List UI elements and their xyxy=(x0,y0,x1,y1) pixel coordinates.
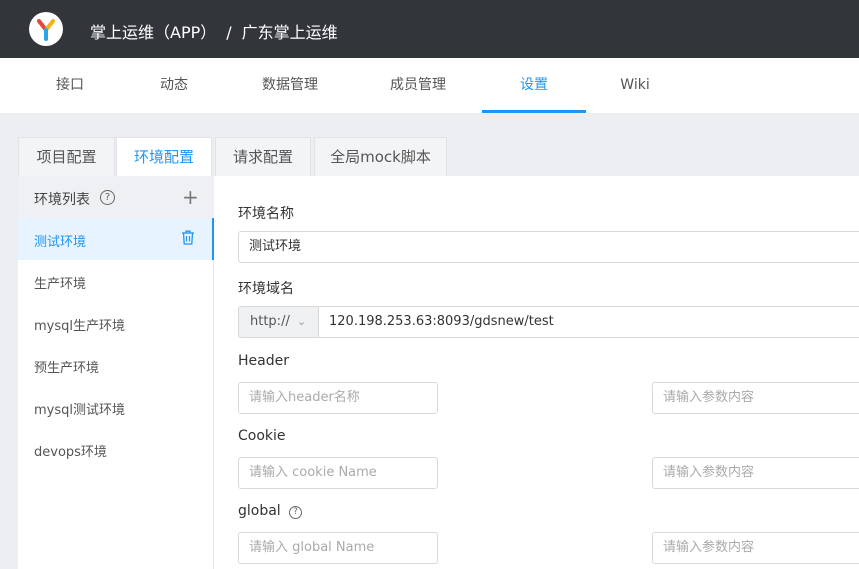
nav-tab-settings[interactable]: 设置 xyxy=(486,58,582,113)
env-item-label: devops环境 xyxy=(34,445,107,460)
breadcrumb-project[interactable]: 掌上运维（APP） xyxy=(90,19,216,43)
help-circle-icon[interactable]: ? xyxy=(100,190,115,205)
env-list-item[interactable]: 测试环境 xyxy=(18,218,214,260)
header-value-input[interactable]: 请输入参数内容 xyxy=(652,382,859,414)
nav-tab-data-management[interactable]: 数据管理 xyxy=(242,58,338,113)
tab-env-config[interactable]: 环境配置 xyxy=(116,137,212,177)
chevron-down-icon: ⌄ xyxy=(297,315,307,328)
breadcrumb-separator: / xyxy=(226,23,232,42)
env-item-label: mysql生产环境 xyxy=(34,319,125,334)
breadcrumb: 掌上运维（APP） / 广东掌上运维 xyxy=(90,19,338,43)
global-value-input[interactable]: 请输入参数内容 xyxy=(652,532,859,564)
nav-active-indicator xyxy=(482,110,586,113)
env-form: 环境名称 测试环境 环境域名 http:// ⌄ 120.198.253.63:… xyxy=(214,176,859,569)
tab-project-config[interactable]: 项目配置 xyxy=(18,137,115,176)
env-item-label: mysql测试环境 xyxy=(34,403,125,418)
add-env-plus-icon[interactable]: + xyxy=(182,185,199,209)
nav-tab-interface[interactable]: 接口 xyxy=(22,58,118,113)
env-list-item[interactable]: mysql生产环境 xyxy=(18,302,214,344)
nav-tab-member-management[interactable]: 成员管理 xyxy=(370,58,466,113)
env-list-item[interactable]: devops环境 xyxy=(18,428,214,470)
global-help-icon[interactable]: ? xyxy=(289,506,302,519)
tab-global-mock-script[interactable]: 全局mock脚本 xyxy=(314,137,447,176)
cookie-label: Cookie xyxy=(238,428,286,444)
protocol-select[interactable]: http:// ⌄ xyxy=(238,306,319,338)
domain-input[interactable]: 120.198.253.63:8093/gdsnew/test xyxy=(318,306,859,338)
nav-tab-wiki[interactable]: Wiki xyxy=(587,58,683,113)
env-list-item[interactable]: 生产环境 xyxy=(18,260,214,302)
global-name-input[interactable]: 请输入 global Name xyxy=(238,532,438,564)
global-label: global xyxy=(238,503,281,519)
env-name-label: 环境名称 xyxy=(238,206,294,222)
protocol-value: http:// xyxy=(250,314,290,329)
top-header: 掌上运维（APP） / 广东掌上运维 xyxy=(0,0,859,58)
nav-tab-activity[interactable]: 动态 xyxy=(126,58,222,113)
env-item-label: 预生产环境 xyxy=(34,361,100,376)
env-list-item[interactable]: 预生产环境 xyxy=(18,344,214,386)
env-item-label: 生产环境 xyxy=(34,277,87,292)
tab-request-config[interactable]: 请求配置 xyxy=(215,137,311,176)
header-label: Header xyxy=(238,353,289,369)
project-nav: 接口 动态 数据管理 成员管理 设置 Wiki xyxy=(0,58,859,113)
env-domain-label: 环境域名 xyxy=(238,281,294,297)
env-name-input[interactable]: 测试环境 xyxy=(238,231,859,263)
breadcrumb-group[interactable]: 广东掌上运维 xyxy=(242,19,338,43)
cookie-value-input[interactable]: 请输入参数内容 xyxy=(652,457,859,489)
env-list-header: 环境列表 ? + xyxy=(18,176,214,218)
env-item-label: 测试环境 xyxy=(34,235,87,250)
app-logo-icon[interactable] xyxy=(29,12,63,46)
env-list-title: 环境列表 xyxy=(34,192,90,208)
delete-trash-icon[interactable] xyxy=(181,230,195,249)
env-list: 环境列表 ? + 测试环境 生产环境 mysql生产环境 预生产环境 mysql… xyxy=(18,176,214,569)
env-config-panel: 环境列表 ? + 测试环境 生产环境 mysql生产环境 预生产环境 mysql… xyxy=(18,176,859,569)
env-list-item[interactable]: mysql测试环境 xyxy=(18,386,214,428)
header-name-input[interactable]: 请输入header名称 xyxy=(238,382,438,414)
cookie-name-input[interactable]: 请输入 cookie Name xyxy=(238,457,438,489)
